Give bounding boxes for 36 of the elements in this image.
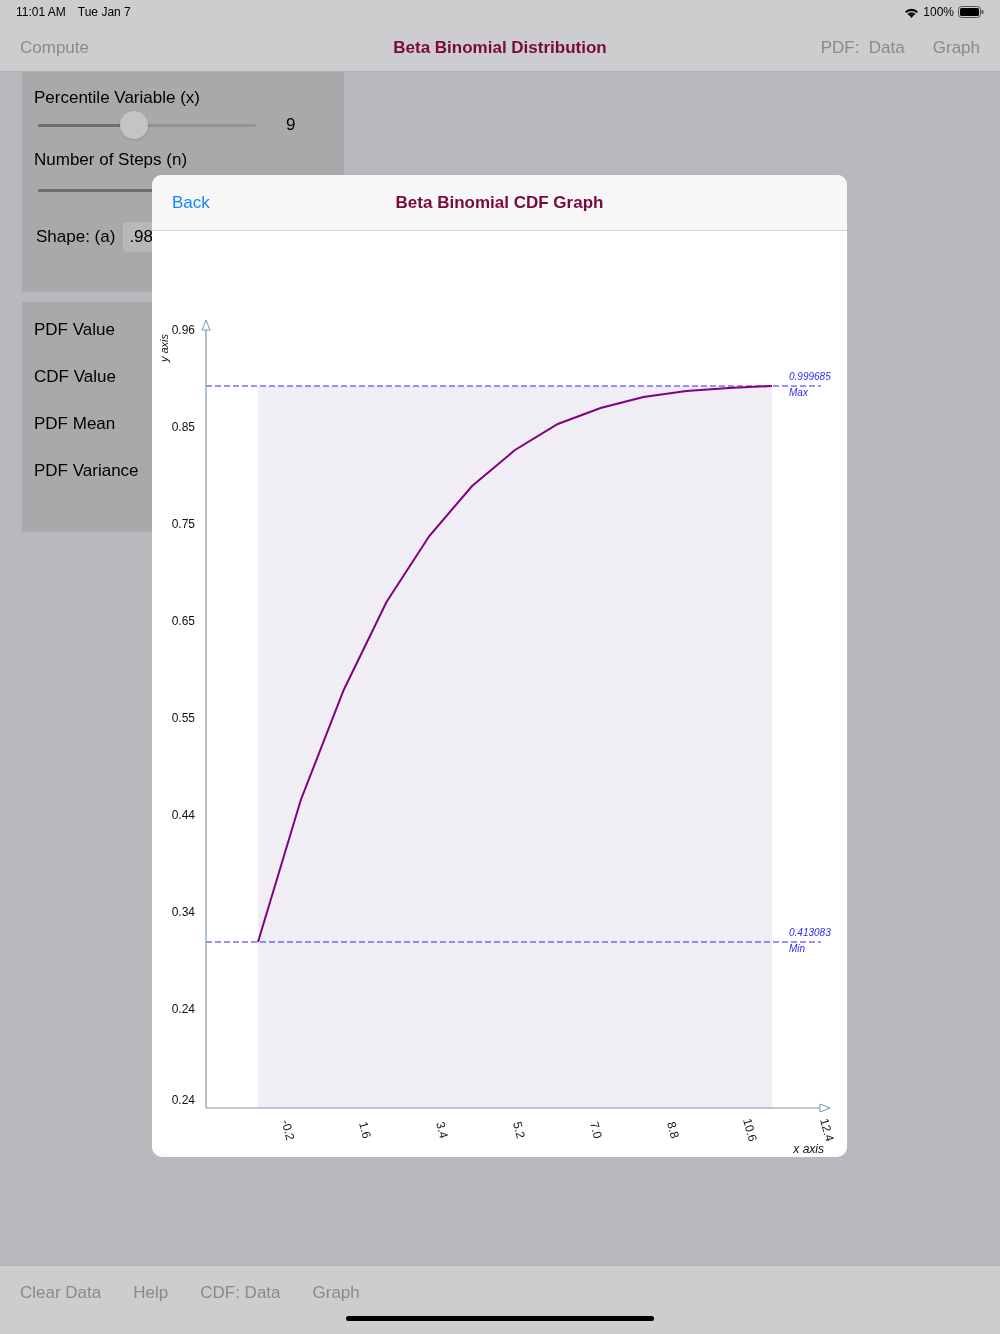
dialog-title: Beta Binomial CDF Graph [395, 191, 604, 214]
percentile-value: 9 [286, 113, 296, 136]
x-tick-label: 8.8 [664, 1120, 682, 1140]
x-tick-label: 1.6 [356, 1120, 374, 1140]
result-label: PDF Mean [34, 413, 116, 434]
y-tick-label: 0.24 [171, 1093, 195, 1107]
y-tick-label: 0.44 [171, 808, 195, 822]
reference-value: 0.999685 [789, 371, 831, 382]
y-tick-label: 0.96 [171, 323, 195, 337]
x-tick-label: 5.2 [510, 1120, 528, 1140]
steps-label: Number of Steps (n) [34, 148, 189, 171]
percentile-label: Percentile Variable (x) [34, 87, 201, 109]
status-date: Tue Jan 7 [77, 4, 131, 21]
status-time: 11:01 AM [16, 4, 66, 21]
x-tick-label: 12.4 [817, 1116, 837, 1144]
y-tick-label: 0.85 [171, 420, 195, 434]
y-tick-label: 0.65 [171, 614, 195, 628]
nav-title: Beta Binomial Distribution [393, 36, 607, 59]
reference-value: 0.413083 [789, 927, 831, 938]
battery-percent: 100% [923, 4, 954, 21]
x-tick-label: 7.0 [587, 1120, 605, 1140]
y-tick-label: 0.34 [171, 905, 195, 919]
y-tick-label: 0.75 [171, 517, 195, 531]
result-label: CDF Value [34, 366, 116, 387]
result-label: PDF Value [34, 319, 115, 340]
result-label: PDF Variance [34, 460, 139, 481]
y-axis-title: y axis [158, 333, 170, 363]
y-tick-label: 0.55 [171, 711, 195, 725]
x-tick-label: 3.4 [433, 1120, 451, 1140]
shape-label: Shape: (a) [36, 226, 116, 248]
y-tick-label: 0.24 [171, 1002, 195, 1016]
reference-label: Max [789, 387, 808, 398]
x-axis-title: x axis [793, 1142, 824, 1156]
reference-label: Min [789, 943, 806, 954]
x-tick-label: -0.2 [278, 1118, 298, 1142]
x-tick-label: 10.6 [740, 1116, 760, 1144]
